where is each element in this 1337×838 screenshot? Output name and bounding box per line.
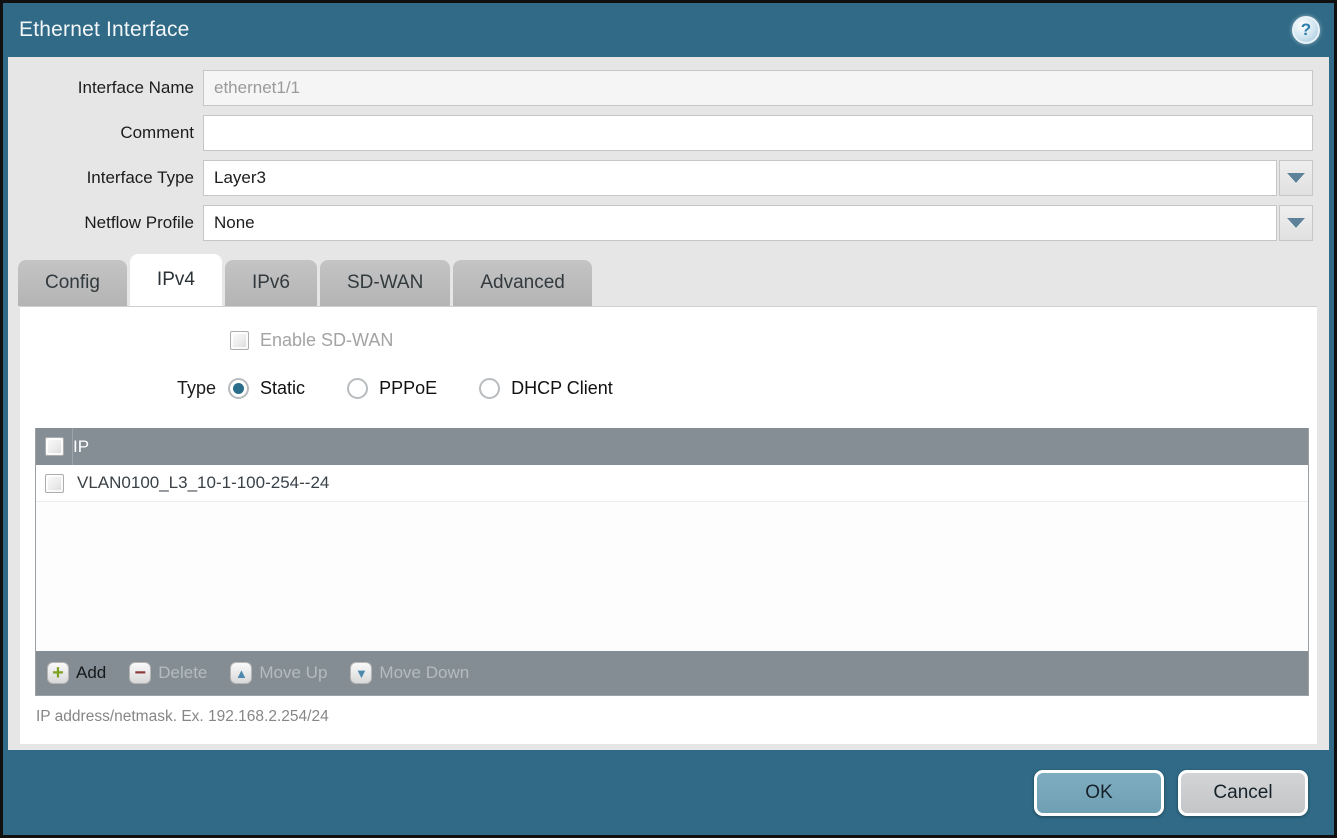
type-row: Type Static PPPoE DHCP Client (20, 374, 1317, 402)
ip-address-table: IP VLAN0100_L3_10-1-100-254--24 + Add (35, 428, 1309, 696)
ethernet-interface-dialog: Ethernet Interface ? Interface Name Comm… (0, 0, 1337, 838)
ip-table-toolbar: + Add − Delete ▲ Move Up ▼ Move Down (36, 651, 1308, 695)
tab-bar: Config IPv4 IPv6 SD-WAN Advanced (8, 250, 1329, 306)
add-button[interactable]: + Add (47, 662, 106, 684)
table-row[interactable]: VLAN0100_L3_10-1-100-254--24 (36, 465, 1308, 502)
radio-icon-dhcp-client[interactable] (479, 378, 500, 399)
interface-name-label: Interface Name (8, 78, 203, 98)
interface-type-dropdown-button[interactable] (1279, 160, 1313, 196)
radio-option-dhcp-client[interactable]: DHCP Client (479, 378, 613, 399)
dialog-titlebar: Ethernet Interface ? (3, 3, 1334, 57)
netflow-profile-row: Netflow Profile (8, 205, 1313, 241)
radio-icon-pppoe[interactable] (347, 378, 368, 399)
row-checkbox[interactable] (45, 474, 64, 493)
move-up-icon: ▲ (230, 662, 252, 684)
comment-field[interactable] (203, 115, 1313, 151)
form-area: Interface Name Comment Interface Type (8, 57, 1329, 250)
ip-format-hint: IP address/netmask. Ex. 192.168.2.254/24 (36, 708, 1317, 726)
add-button-label: Add (76, 663, 106, 683)
radio-label-pppoe: PPPoE (379, 378, 437, 399)
type-radio-group: Static PPPoE DHCP Client (228, 378, 655, 399)
comment-label: Comment (8, 123, 203, 143)
move-down-icon: ▼ (350, 662, 372, 684)
interface-name-row: Interface Name (8, 70, 1313, 106)
radio-label-static: Static (260, 378, 305, 399)
tab-sdwan[interactable]: SD-WAN (320, 260, 450, 306)
chevron-down-icon (1287, 173, 1305, 183)
delete-button[interactable]: − Delete (129, 662, 207, 684)
enable-sdwan-row: Enable SD-WAN (20, 327, 1317, 353)
delete-button-label: Delete (158, 663, 207, 683)
comment-row: Comment (8, 115, 1313, 151)
type-label: Type (177, 378, 216, 399)
interface-type-row: Interface Type (8, 160, 1313, 196)
cancel-button[interactable]: Cancel (1178, 770, 1308, 816)
radio-icon-static[interactable] (228, 378, 249, 399)
dialog-footer: OK Cancel (3, 750, 1334, 835)
netflow-profile-dropdown-button[interactable] (1279, 205, 1313, 241)
tab-advanced[interactable]: Advanced (453, 260, 592, 306)
dialog-body: Interface Name Comment Interface Type (8, 57, 1329, 750)
add-icon: + (47, 662, 69, 684)
chevron-down-icon (1287, 218, 1305, 228)
move-up-button[interactable]: ▲ Move Up (230, 662, 327, 684)
ipv4-tab-panel: Enable SD-WAN Type Static PPPoE DHCP C (20, 306, 1317, 744)
ip-table-header: IP (36, 428, 1308, 465)
enable-sdwan-checkbox (230, 331, 249, 350)
tab-ipv6[interactable]: IPv6 (225, 260, 317, 306)
tab-ipv4[interactable]: IPv4 (130, 254, 222, 306)
help-icon[interactable]: ? (1292, 16, 1320, 44)
move-up-button-label: Move Up (259, 663, 327, 683)
radio-option-pppoe[interactable]: PPPoE (347, 378, 437, 399)
ip-address-value[interactable]: VLAN0100_L3_10-1-100-254--24 (73, 473, 329, 493)
dialog-title: Ethernet Interface (19, 18, 190, 42)
delete-icon: − (129, 662, 151, 684)
ok-button[interactable]: OK (1034, 770, 1164, 816)
enable-sdwan-label: Enable SD-WAN (260, 330, 393, 351)
ip-column-header: IP (73, 437, 89, 457)
interface-name-field (203, 70, 1313, 106)
radio-option-static[interactable]: Static (228, 378, 305, 399)
select-all-checkbox[interactable] (45, 437, 64, 456)
move-down-button-label: Move Down (379, 663, 469, 683)
interface-type-label: Interface Type (8, 168, 203, 188)
ip-table-body: VLAN0100_L3_10-1-100-254--24 (36, 465, 1308, 651)
radio-label-dhcp-client: DHCP Client (511, 378, 613, 399)
move-down-button[interactable]: ▼ Move Down (350, 662, 469, 684)
netflow-profile-label: Netflow Profile (8, 213, 203, 233)
netflow-profile-field[interactable] (203, 205, 1277, 241)
interface-type-field[interactable] (203, 160, 1277, 196)
tab-config[interactable]: Config (18, 260, 127, 306)
